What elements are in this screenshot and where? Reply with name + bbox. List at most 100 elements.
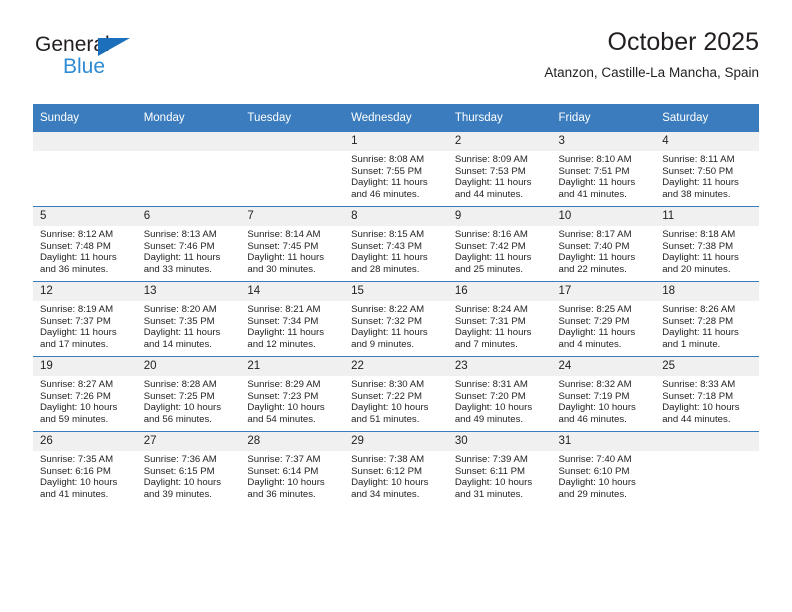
calendar-day-cell[interactable]: 27 Sunrise: 7:36 AM Sunset: 6:15 PM Dayligh… [136,431,241,506]
calendar-day-cell[interactable]: 7 Sunrise: 8:14 AM Sunset: 7:45 PM Daylight… [240,206,345,282]
sunset-text: Sunset: 7:53 PM [454,165,526,177]
sunrise-text: Sunrise: 7:40 AM [558,454,632,465]
calendar-day-cell[interactable]: 20 Sunrise: 8:28 AM Sunset: 7:25 PM Dayligh… [136,356,241,432]
calendar-day-cell[interactable]: 28 Sunrise: 7:37 AM Sunset: 6:14 PM Dayligh… [240,431,345,506]
calendar-day-cell[interactable]: 17 Sunrise: 8:25 AM Sunset: 7:29 PM Dayligh… [551,281,656,357]
daylight-text-line2: and 39 minutes. [143,488,212,500]
calendar-day-cell[interactable]: 8 Sunrise: 8:15 AM Sunset: 7:43 PM Daylight… [344,206,448,282]
sunset-text: Sunset: 7:48 PM [40,240,111,252]
day-number: 21 [240,357,345,376]
day-details: Sunrise: 7:40 AM Sunset: 6:10 PM Daylight:… [552,451,656,500]
sunrise-text: Sunrise: 8:28 AM [143,379,217,390]
calendar-day-cell[interactable]: 4 Sunrise: 8:11 AM Sunset: 7:50 PM Daylight… [655,132,759,207]
weekday-header-row: Sunday Monday Tuesday Wednesday Thursday… [33,104,759,132]
daylight-text-line1: Daylight: 11 hours [351,252,428,264]
daylight-text-line1: Daylight: 10 hours [351,477,429,489]
day-number: 28 [240,432,345,451]
calendar-day-cell[interactable]: 23 Sunrise: 8:31 AM Sunset: 7:20 PM Dayligh… [447,356,552,432]
calendar-day-cell-empty [33,132,137,207]
day-number: 20 [136,357,241,376]
calendar-day-cell[interactable]: 10 Sunrise: 8:17 AM Sunset: 7:40 PM Dayligh… [551,206,656,282]
day-number: 8 [344,207,448,226]
day-details: Sunrise: 8:20 AM Sunset: 7:35 PM Daylight:… [137,301,241,350]
calendar-day-cell[interactable]: 16 Sunrise: 8:24 AM Sunset: 7:31 PM Dayligh… [447,281,552,357]
calendar-day-cell[interactable]: 11 Sunrise: 8:18 AM Sunset: 7:38 PM Dayligh… [655,206,759,282]
daylight-text-line2: and 46 minutes. [351,188,420,200]
sunset-text: Sunset: 7:20 PM [454,390,526,402]
calendar-day-cell[interactable]: 5 Sunrise: 8:12 AM Sunset: 7:48 PM Daylight… [33,206,137,282]
calendar-day-cell[interactable]: 1 Sunrise: 8:08 AM Sunset: 7:55 PM Daylight… [344,132,448,207]
sunset-text: Sunset: 7:23 PM [247,390,319,402]
day-number: 5 [33,207,137,226]
calendar-day-cell[interactable]: 6 Sunrise: 8:13 AM Sunset: 7:46 PM Daylight… [136,206,241,282]
calendar-day-cell-empty [655,431,759,506]
weekday-header-thursday: Thursday [447,104,552,132]
calendar-day-cell[interactable]: 25 Sunrise: 8:33 AM Sunset: 7:18 PM Dayligh… [655,356,759,432]
daylight-text-line1: Daylight: 11 hours [351,327,428,339]
daylight-text-line2: and 31 minutes. [454,488,524,500]
daylight-text-line1: Daylight: 10 hours [454,477,533,489]
day-details [655,451,759,454]
calendar-day-cell[interactable]: 15 Sunrise: 8:22 AM Sunset: 7:32 PM Dayligh… [344,281,448,357]
day-details: Sunrise: 8:32 AM Sunset: 7:19 PM Daylight:… [552,376,656,425]
sunrise-text: Sunrise: 8:09 AM [454,154,528,165]
sunrise-text: Sunrise: 8:13 AM [143,229,217,240]
day-number: 11 [655,207,759,226]
day-number: 4 [655,132,759,151]
day-details: Sunrise: 8:22 AM Sunset: 7:32 PM Daylight:… [344,301,448,350]
daylight-text-line1: Daylight: 11 hours [247,327,325,339]
calendar-day-cell[interactable]: 30 Sunrise: 7:39 AM Sunset: 6:11 PM Dayligh… [447,431,552,506]
daylight-text-line2: and 30 minutes. [247,263,316,275]
day-number: 27 [136,432,241,451]
daylight-text-line1: Daylight: 10 hours [558,477,636,489]
weekday-header-monday: Monday [136,104,241,132]
calendar-day-cell[interactable]: 29 Sunrise: 7:38 AM Sunset: 6:12 PM Dayligh… [344,431,448,506]
calendar-day-cell[interactable]: 22 Sunrise: 8:30 AM Sunset: 7:22 PM Dayligh… [344,356,448,432]
sunrise-text: Sunrise: 7:38 AM [351,454,425,465]
calendar-day-cell[interactable]: 19 Sunrise: 8:27 AM Sunset: 7:26 PM Dayligh… [33,356,137,432]
day-number: 22 [344,357,448,376]
day-details: Sunrise: 8:14 AM Sunset: 7:45 PM Daylight:… [240,226,344,275]
calendar-day-cell[interactable]: 18 Sunrise: 8:26 AM Sunset: 7:28 PM Dayligh… [655,281,759,357]
sunset-text: Sunset: 7:43 PM [351,240,423,252]
sunrise-text: Sunrise: 8:18 AM [662,229,736,240]
daylight-text-line1: Daylight: 10 hours [247,402,325,414]
day-number [136,132,241,151]
daylight-text-line2: and 38 minutes. [662,188,731,200]
daylight-text-line1: Daylight: 11 hours [40,252,117,264]
calendar-body: 1 Sunrise: 8:08 AM Sunset: 7:55 PM Daylight… [33,132,759,506]
daylight-text-line2: and 41 minutes. [40,488,109,500]
calendar-day-cell[interactable]: 9 Sunrise: 8:16 AM Sunset: 7:42 PM Daylight… [447,206,552,282]
daylight-text-line1: Daylight: 11 hours [558,252,636,264]
calendar-week-row: 12 Sunrise: 8:19 AM Sunset: 7:37 PM Dayligh… [33,281,759,357]
calendar-day-cell[interactable]: 3 Sunrise: 8:10 AM Sunset: 7:51 PM Daylight… [551,132,656,207]
day-details: Sunrise: 8:21 AM Sunset: 7:34 PM Daylight:… [240,301,344,350]
calendar-day-cell[interactable]: 21 Sunrise: 8:29 AM Sunset: 7:23 PM Dayligh… [240,356,345,432]
sunrise-text: Sunrise: 8:29 AM [247,379,321,390]
calendar-day-cell[interactable]: 13 Sunrise: 8:20 AM Sunset: 7:35 PM Dayligh… [136,281,241,357]
daylight-text-line2: and 36 minutes. [40,263,109,275]
calendar-day-cell[interactable]: 14 Sunrise: 8:21 AM Sunset: 7:34 PM Dayligh… [240,281,345,357]
daylight-text-line2: and 12 minutes. [247,338,316,350]
calendar-day-cell[interactable]: 24 Sunrise: 8:32 AM Sunset: 7:19 PM Dayligh… [551,356,656,432]
calendar-day-cell[interactable]: 12 Sunrise: 8:19 AM Sunset: 7:37 PM Dayligh… [33,281,137,357]
sunrise-text: Sunrise: 8:16 AM [454,229,528,240]
calendar-week-row: 1 Sunrise: 8:08 AM Sunset: 7:55 PM Daylight… [33,132,759,207]
calendar-day-cell[interactable]: 26 Sunrise: 7:35 AM Sunset: 6:16 PM Dayligh… [33,431,137,506]
sunset-text: Sunset: 7:22 PM [351,390,423,402]
daylight-text-line1: Daylight: 11 hours [247,252,325,264]
sunset-text: Sunset: 7:19 PM [558,390,630,402]
calendar-day-cell[interactable]: 31 Sunrise: 7:40 AM Sunset: 6:10 PM Dayligh… [551,431,656,506]
calendar-day-cell[interactable]: 2 Sunrise: 8:09 AM Sunset: 7:53 PM Daylight… [447,132,552,207]
day-details: Sunrise: 8:09 AM Sunset: 7:53 PM Daylight:… [448,151,552,200]
day-details: Sunrise: 7:38 AM Sunset: 6:12 PM Daylight:… [344,451,448,500]
sunrise-text: Sunrise: 8:33 AM [662,379,736,390]
sunset-text: Sunset: 7:34 PM [247,315,319,327]
daylight-text-line2: and 34 minutes. [351,488,420,500]
sunrise-text: Sunrise: 8:19 AM [40,304,114,315]
daylight-text-line1: Daylight: 11 hours [454,177,532,189]
sunset-text: Sunset: 7:51 PM [558,165,630,177]
calendar-week-row: 5 Sunrise: 8:12 AM Sunset: 7:48 PM Daylight… [33,206,759,282]
daylight-text-line2: and 59 minutes. [40,413,109,425]
daylight-text-line2: and 1 minute. [662,338,721,350]
